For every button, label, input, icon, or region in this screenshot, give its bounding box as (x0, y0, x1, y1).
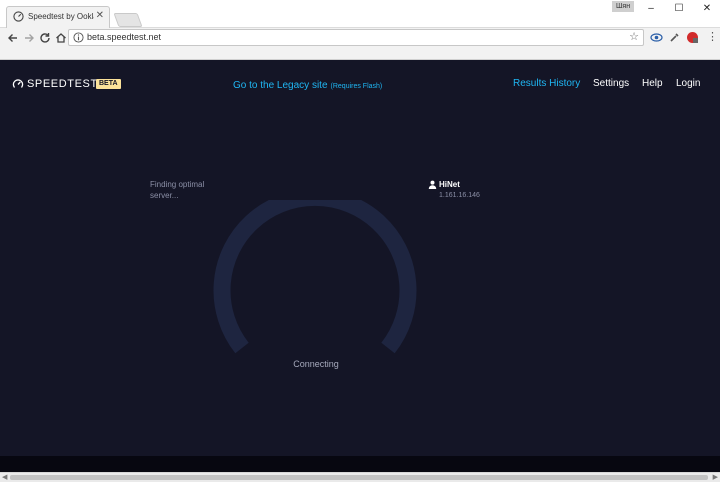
scroll-left-icon[interactable]: ◀ (2, 474, 7, 482)
browser-toolbar: beta.speedtest.net ☆ ⋮ (0, 28, 720, 48)
info-icon[interactable] (73, 32, 84, 43)
reload-icon[interactable] (38, 31, 52, 45)
speedometer-icon (13, 11, 24, 22)
home-icon[interactable] (54, 31, 68, 45)
address-bar[interactable]: beta.speedtest.net ☆ (68, 29, 644, 46)
window-minimize-button[interactable]: – (636, 2, 666, 16)
nav-settings[interactable]: Settings (593, 78, 629, 90)
logo-text: SPEEDTEST (27, 78, 98, 90)
profile-badge[interactable]: Шян (612, 1, 635, 12)
url-text: beta.speedtest.net (87, 32, 162, 42)
beta-badge: BETA (96, 79, 121, 89)
window-maximize-button[interactable]: ☐ (664, 2, 694, 16)
user-icon (428, 180, 437, 189)
browser-titlebar: Speedtest by Ookla - T… ✕ Шян – ☐ ✕ (0, 0, 720, 28)
adblock-extension-icon[interactable] (686, 31, 699, 44)
gauge-track (213, 200, 417, 354)
tab-close-icon[interactable]: ✕ (96, 10, 104, 22)
bookmarks-bar (0, 48, 720, 60)
isp-name[interactable]: HiNet (439, 179, 460, 190)
eye-extension-icon[interactable] (650, 31, 663, 44)
scroll-right-icon[interactable]: ▶ (713, 474, 718, 482)
speedometer-logo-icon (12, 79, 24, 88)
window-close-button[interactable]: ✕ (692, 2, 720, 16)
forward-arrow-icon[interactable] (22, 31, 36, 45)
nav-login[interactable]: Login (676, 78, 700, 90)
legacy-link-text: Go to the Legacy site (233, 80, 328, 91)
speed-gauge (213, 200, 417, 354)
tab-title: Speedtest by Ookla - T… (28, 12, 94, 21)
isp-ip-address: 1.161.16.146 (439, 192, 480, 199)
browser-tab-speedtest[interactable]: Speedtest by Ookla - T… ✕ (6, 6, 110, 28)
legacy-note: (Requires Flash) (330, 83, 383, 90)
connection-status: Connecting (293, 359, 339, 369)
new-tab-button[interactable] (113, 13, 143, 27)
speedtest-page: SPEEDTEST BETA Go to the Legacy site (Req… (0, 60, 720, 456)
legacy-site-link[interactable]: Go to the Legacy site (Requires Flash) (233, 78, 382, 93)
page-footer (0, 456, 720, 472)
browser-menu-icon[interactable]: ⋮ (706, 31, 719, 44)
finding-server-text: Finding optimal server... (150, 180, 205, 200)
eyedropper-extension-icon[interactable] (668, 31, 681, 44)
nav-help[interactable]: Help (642, 78, 663, 90)
back-arrow-icon[interactable] (6, 31, 20, 45)
horizontal-scrollbar[interactable]: ◀ ▶ (0, 472, 720, 482)
scrollbar-thumb[interactable] (10, 475, 708, 480)
bookmark-star-icon[interactable]: ☆ (629, 31, 639, 44)
nav-results-history[interactable]: Results History (513, 78, 580, 90)
